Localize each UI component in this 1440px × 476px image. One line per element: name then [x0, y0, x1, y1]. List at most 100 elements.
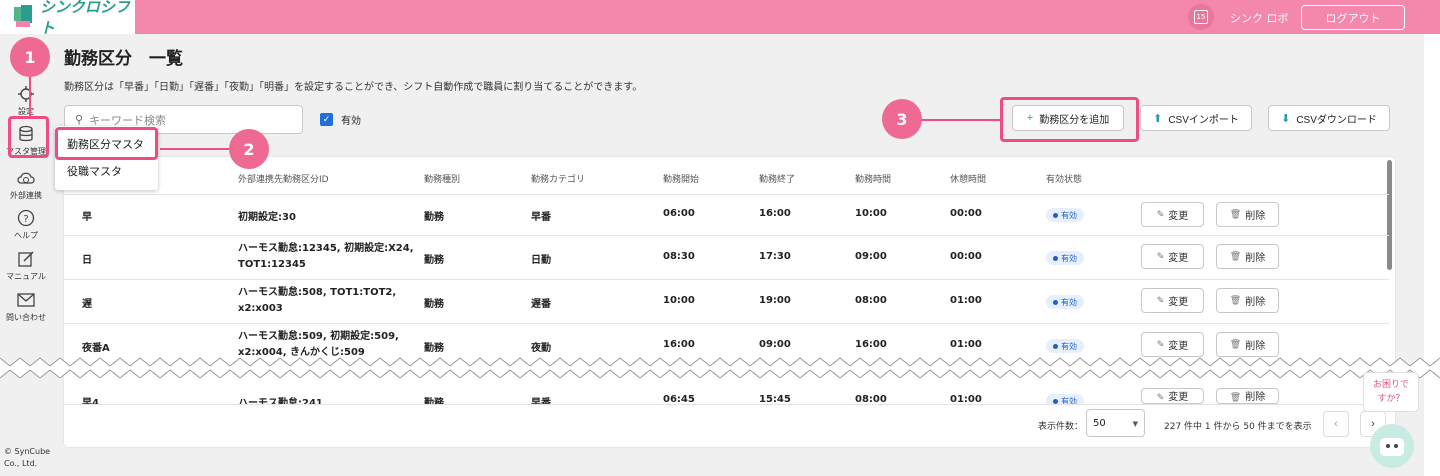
cell-break: 01:00: [950, 295, 982, 306]
cell-hours: 16:00: [855, 339, 887, 350]
cell-work-type: 勤務: [424, 343, 444, 354]
cell-start: 10:00: [663, 295, 695, 306]
annotation-arrow: [29, 76, 31, 116]
row-divider: [64, 323, 1389, 324]
download-icon: ⬇: [1281, 112, 1291, 125]
cell-category: 夜勤: [531, 343, 551, 354]
annotation-step-3: 3: [882, 99, 922, 139]
header-status: 有効状態: [1046, 175, 1083, 185]
table-scrollbar[interactable]: [1387, 160, 1392, 270]
logout-button[interactable]: ログアウト: [1301, 5, 1405, 30]
header-hours: 勤務時間: [855, 175, 892, 185]
cell-name: 早: [82, 212, 92, 223]
trash-icon: 🗑: [1229, 251, 1242, 261]
trash-icon: 🗑: [1229, 339, 1242, 349]
cell-break: 00:00: [950, 251, 982, 262]
annotation-box-add: [1000, 97, 1139, 142]
csv-import-button[interactable]: ⬆ CSVインポート: [1140, 105, 1252, 131]
header-break: 休憩時間: [950, 175, 987, 185]
menu-item-position-master[interactable]: 役職マスタ: [67, 163, 122, 179]
cell-start: 16:00: [663, 339, 695, 350]
cell-end: 16:00: [759, 208, 791, 219]
pencil-icon: ✎: [1156, 339, 1165, 349]
cell-end: 09:00: [759, 339, 791, 350]
logo-icon: [12, 5, 32, 29]
cell-break: 01:00: [950, 339, 982, 350]
settings-icon: [16, 84, 36, 104]
annotation-step-1: 1: [10, 37, 50, 77]
active-filter[interactable]: ✓ 有効: [320, 112, 361, 127]
csv-download-button[interactable]: ⬇ CSVダウンロード: [1268, 105, 1390, 131]
help-icon: ?: [16, 208, 36, 228]
pencil-icon: ✎: [1156, 251, 1165, 261]
help-bubble[interactable]: お困りで すか？: [1363, 372, 1419, 412]
search-icon: ⚲: [75, 113, 84, 126]
annotation-arrow: [160, 148, 230, 150]
annotation-arrow: [920, 119, 1000, 121]
header-start: 勤務開始: [663, 175, 700, 185]
edit-button[interactable]: ✎ 変更: [1141, 388, 1204, 404]
sidebar-item-label: 問い合わせ: [6, 313, 46, 322]
cell-category: 遅番: [531, 299, 551, 310]
cell-external-id: 初期設定:30: [238, 212, 296, 223]
delete-button[interactable]: 🗑 削除: [1216, 388, 1279, 404]
mail-icon: [16, 290, 36, 310]
trash-icon: 🗑: [1229, 392, 1242, 402]
cell-work-type: 勤務: [424, 299, 444, 310]
annotation-box-menu: [55, 127, 158, 160]
cell-work-type: 勤務: [424, 255, 444, 266]
header-end: 勤務終了: [759, 175, 796, 185]
delete-button[interactable]: 🗑 削除: [1216, 202, 1279, 227]
active-filter-label: 有効: [341, 116, 361, 127]
row-divider: [64, 194, 1389, 195]
cell-work-type: 勤務: [424, 212, 444, 223]
cell-end: 17:30: [759, 251, 791, 262]
app-logo[interactable]: シンクロシフト: [0, 0, 135, 37]
row-divider: [64, 279, 1389, 280]
trash-icon: 🗑: [1229, 209, 1242, 219]
app-name: シンクロシフト: [39, 0, 130, 37]
page-title: 勤務区分 一覧: [64, 49, 183, 69]
sidebar-item-manual[interactable]: マニュアル: [0, 249, 52, 282]
active-checkbox[interactable]: ✓: [320, 113, 333, 126]
sidebar-item-settings[interactable]: 設定: [0, 84, 52, 117]
page-size-select[interactable]: 50 ▼: [1086, 409, 1145, 437]
status-badge: 有効: [1046, 251, 1084, 265]
sidebar-item-label: 外部連携: [10, 191, 42, 200]
cell-external-id: ハーモス勤怠:508, TOT1:TOT2, x2:x003: [238, 287, 397, 314]
cell-hours: 09:00: [855, 251, 887, 262]
chevron-right-icon: ›: [1371, 418, 1375, 430]
cell-category: 早番: [531, 212, 551, 223]
annotation-step-2: 2: [229, 129, 269, 169]
pencil-icon: ✎: [1156, 209, 1165, 219]
status-badge: 有効: [1046, 208, 1084, 222]
edit-button[interactable]: ✎ 変更: [1141, 288, 1204, 313]
screenshot-tear: [0, 357, 1440, 378]
sidebar-item-label: ヘルプ: [14, 231, 38, 240]
sidebar-item-label: マニュアル: [6, 272, 46, 281]
manual-icon: [16, 249, 36, 269]
copyright: © SynCube Co., Ltd.: [4, 447, 51, 468]
edit-button[interactable]: ✎ 変更: [1141, 244, 1204, 269]
status-badge: 有効: [1046, 295, 1084, 309]
edit-button[interactable]: ✎ 変更: [1141, 202, 1204, 227]
calendar-icon[interactable]: 15: [1188, 4, 1214, 30]
delete-button[interactable]: 🗑 削除: [1216, 288, 1279, 313]
user-name: シンク ロボ: [1230, 12, 1289, 25]
trash-icon: 🗑: [1229, 295, 1242, 305]
cell-hours: 10:00: [855, 208, 887, 219]
delete-button[interactable]: 🗑 削除: [1216, 244, 1279, 269]
sidebar-item-integration[interactable]: 外部連携: [0, 168, 52, 201]
page-description: 勤務区分は「早番」「日勤」「遅番」「夜勤」「明番」を設定することができ、シフト自…: [64, 82, 643, 93]
caret-down-icon: ▼: [1132, 420, 1138, 428]
sidebar-item-contact[interactable]: 問い合わせ: [0, 290, 52, 323]
cell-end: 19:00: [759, 295, 791, 306]
cell-break: 00:00: [950, 208, 982, 219]
cell-start: 06:00: [663, 208, 695, 219]
page-info: 227 件中 1 件から 50 件までを表示: [1164, 422, 1312, 432]
cell-start: 08:30: [663, 251, 695, 262]
sidebar-item-help[interactable]: ? ヘルプ: [0, 208, 52, 241]
svg-text:?: ?: [23, 214, 28, 225]
help-bot-icon[interactable]: [1370, 424, 1414, 468]
prev-page-button[interactable]: ‹: [1323, 411, 1349, 437]
